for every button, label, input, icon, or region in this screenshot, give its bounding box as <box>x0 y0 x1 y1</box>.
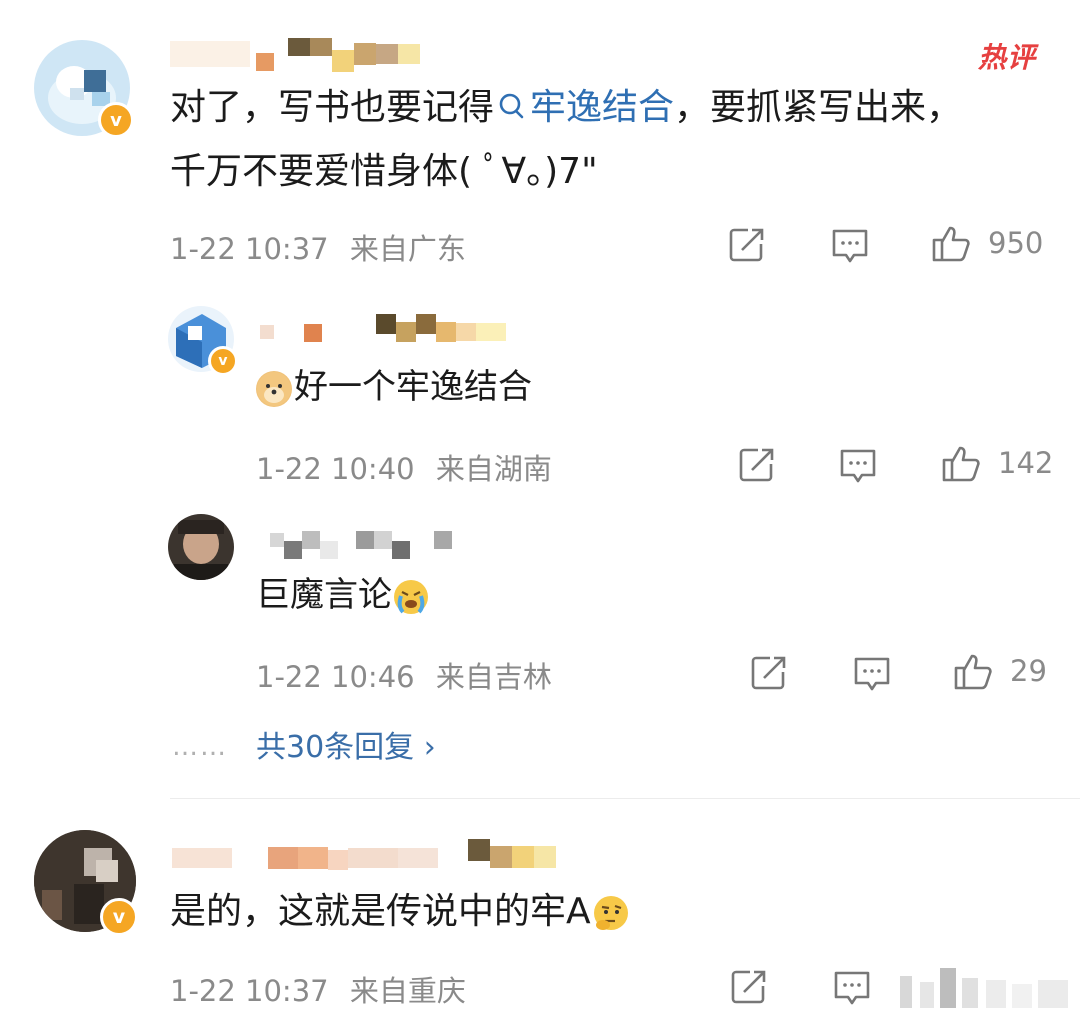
verified-badge: v <box>100 898 138 936</box>
location: 来自广东 <box>349 232 466 266</box>
like-count: 950 <box>988 226 1044 260</box>
share-icon[interactable] <box>750 654 788 692</box>
location: 来自吉林 <box>435 660 552 694</box>
timestamp: 1-22 10:46 <box>256 660 415 694</box>
thinking-emoji <box>591 893 631 933</box>
reply-text-content: 好一个牢逸结合 <box>294 367 532 407</box>
avatar[interactable] <box>168 514 234 580</box>
crying-emoji <box>392 578 430 616</box>
comment-meta: 1-22 10:37 来自重庆 <box>170 968 466 1010</box>
reply-text: 巨魔言论 <box>256 570 430 620</box>
verified-badge: v <box>98 102 134 138</box>
like-icon[interactable] <box>930 222 972 264</box>
comment-icon[interactable] <box>838 446 878 486</box>
watermark-logo <box>890 962 1080 1012</box>
reply-meta: 1-22 10:46 来自吉林 <box>256 654 552 696</box>
more-replies-dots: …… <box>172 732 228 762</box>
like-count: 29 <box>1010 654 1047 688</box>
comment-text-content: 是的，这就是传说中的牢A <box>170 891 591 932</box>
timestamp: 1-22 10:40 <box>256 452 415 486</box>
avatar-image <box>174 520 228 580</box>
share-icon[interactable] <box>730 968 768 1006</box>
search-icon <box>498 82 526 138</box>
hot-comment-badge: 热评 <box>978 41 1037 74</box>
comment-text: 对了，写书也要记得 牢逸结合，要抓紧写出来， <box>170 80 1070 138</box>
divider <box>170 798 1080 799</box>
username-mosaic[interactable] <box>260 304 506 344</box>
timestamp: 1-22 10:37 <box>170 974 329 1008</box>
comment-icon[interactable] <box>852 654 892 694</box>
comment-text-part: 对了，写书也要记得 <box>170 87 495 128</box>
like-icon[interactable] <box>940 442 982 484</box>
share-icon[interactable] <box>728 226 766 264</box>
comment-text: 是的，这就是传说中的牢A <box>170 884 631 940</box>
verified-badge: v <box>208 346 238 376</box>
timestamp: 1-22 10:37 <box>170 232 329 266</box>
comment-text-part: ，要抓紧写出来， <box>674 87 963 128</box>
topic-label: 牢逸结合 <box>530 87 675 128</box>
reply-text: 好一个牢逸结合 <box>256 362 532 412</box>
topic-link[interactable]: 牢逸结合 <box>494 87 674 128</box>
username-mosaic[interactable] <box>172 828 556 872</box>
comment-icon[interactable] <box>832 968 872 1008</box>
comment-text-line2: 千万不要爱惜身体( ﾟ∀。)7" <box>170 151 598 192</box>
reply-meta: 1-22 10:40 来自湖南 <box>256 446 552 488</box>
reply-text-content: 巨魔言论 <box>256 575 392 615</box>
location: 来自湖南 <box>435 452 552 486</box>
comment-meta: 1-22 10:37 来自广东 <box>170 226 466 268</box>
more-replies-link[interactable]: 共30条回复 › <box>256 722 436 766</box>
username-mosaic[interactable] <box>170 36 420 72</box>
username-mosaic[interactable] <box>270 520 452 560</box>
like-icon[interactable] <box>952 650 994 692</box>
share-icon[interactable] <box>738 446 776 484</box>
doge-emoji <box>256 370 292 407</box>
like-count: 142 <box>998 446 1054 480</box>
comment-icon[interactable] <box>830 226 870 266</box>
location: 来自重庆 <box>349 974 466 1008</box>
